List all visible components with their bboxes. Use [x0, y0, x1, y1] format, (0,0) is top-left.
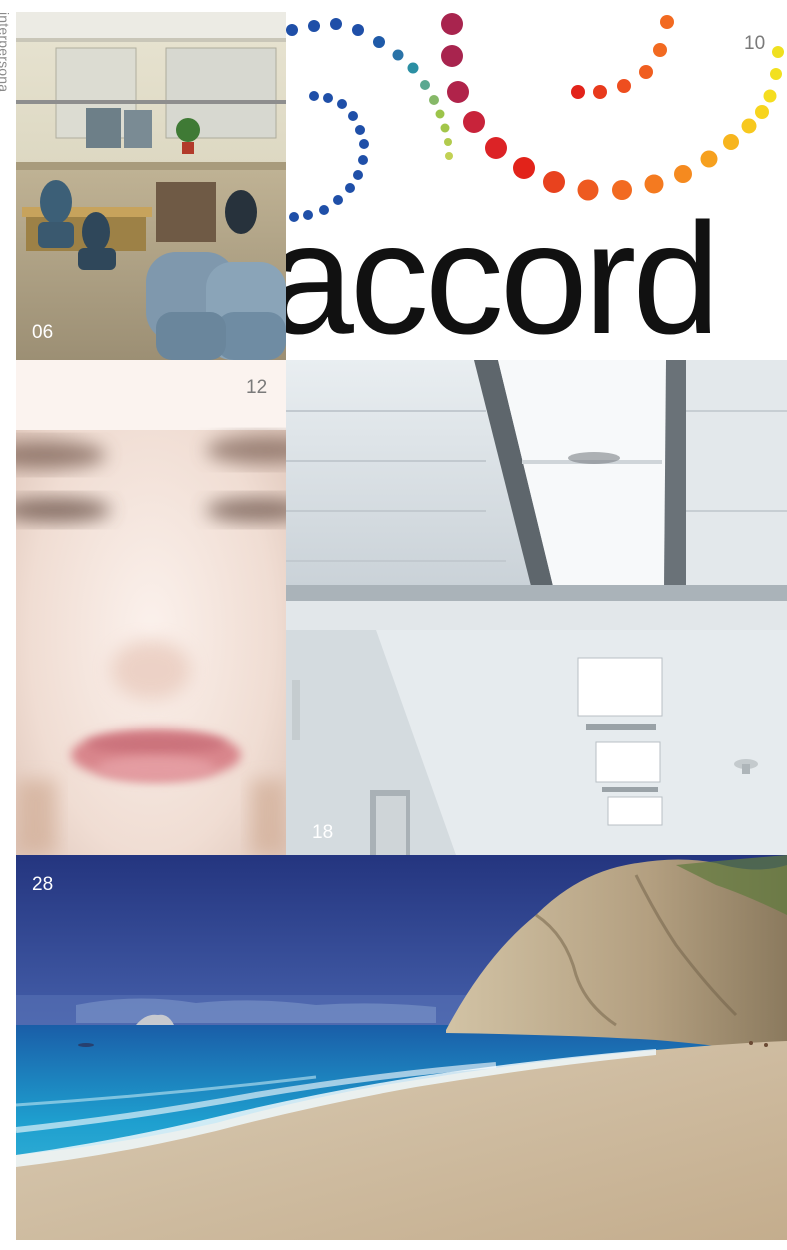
side-label-text: interpersona: [0, 12, 12, 93]
ceiling-photo: [286, 360, 787, 855]
face-photo: [16, 360, 286, 855]
ceiling-photo-panel: 18: [286, 360, 787, 855]
face-photo-panel: 12: [16, 360, 286, 855]
beach-photo-panel: 28: [16, 855, 787, 1240]
page-number-12: 12: [246, 377, 268, 398]
brand-wordmark: accord: [286, 191, 720, 360]
beach-photo: [16, 855, 787, 1240]
page-number-10: 10: [744, 33, 766, 54]
office-photo: [16, 12, 286, 360]
office-photo-panel: 06: [16, 12, 286, 360]
logo-panel: 10 accord: [286, 0, 787, 360]
page-number-28: 28: [32, 874, 54, 895]
page-number-06: 06: [32, 322, 54, 343]
side-label: interpersona: [0, 12, 12, 172]
page-number-18: 18: [312, 822, 334, 843]
